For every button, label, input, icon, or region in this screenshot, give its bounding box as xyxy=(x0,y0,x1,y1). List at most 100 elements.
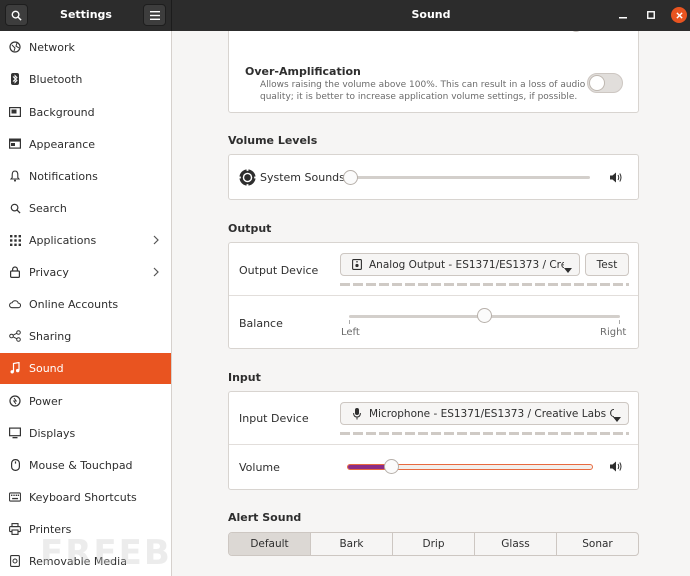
row-divider xyxy=(229,295,638,296)
sidebar-item-sound[interactable]: Sound xyxy=(0,353,171,384)
system-sounds-slider-track[interactable] xyxy=(349,176,590,179)
alert-sound-selector: Default Bark Drip Glass Sonar xyxy=(228,532,639,556)
sidebar-item-label: Mouse & Touchpad xyxy=(29,459,133,472)
grid-icon xyxy=(9,234,21,246)
output-device-dropdown[interactable]: Analog Output - ES1371/ES1373 / Crea... xyxy=(340,253,580,276)
output-heading: Output xyxy=(228,222,272,235)
over-amplification-description-line2: quality; it is better to increase applic… xyxy=(260,92,578,102)
audio-output-icon xyxy=(352,259,362,273)
sidebar-item-displays[interactable]: Displays xyxy=(0,418,171,449)
input-device-label: Input Device xyxy=(239,412,309,425)
over-amplification-switch[interactable] xyxy=(587,73,623,93)
sidebar-item-search[interactable]: Search xyxy=(0,193,171,224)
lock-icon xyxy=(9,266,21,278)
output-level-meter xyxy=(340,283,629,286)
scroll-remnant-knob xyxy=(570,31,582,32)
sidebar-item-notifications[interactable]: Notifications xyxy=(0,161,171,192)
header-bar: Settings Sound xyxy=(0,0,690,31)
gear-icon xyxy=(238,168,257,190)
sidebar: Network Bluetooth Background Appearance … xyxy=(0,31,172,576)
chevron-right-icon xyxy=(153,267,159,280)
sidebar-item-label: Displays xyxy=(29,427,76,440)
power-icon xyxy=(9,395,21,407)
sidebar-item-privacy[interactable]: Privacy xyxy=(0,257,171,288)
sidebar-item-online-accounts[interactable]: Online Accounts xyxy=(0,289,171,320)
volume-levels-heading: Volume Levels xyxy=(228,134,318,147)
cloud-icon xyxy=(9,298,21,310)
display-icon xyxy=(9,427,21,439)
media-icon xyxy=(9,555,21,567)
sidebar-item-appearance[interactable]: Appearance xyxy=(0,129,171,160)
sidebar-item-label: Power xyxy=(29,395,63,408)
keyboard-icon xyxy=(9,491,21,503)
sidebar-item-bluetooth[interactable]: Bluetooth xyxy=(0,64,171,95)
over-amplification-description-line1: Allows raising the volume above 100%. Th… xyxy=(260,80,586,90)
sidebar-item-label: Bluetooth xyxy=(29,73,83,86)
share-icon xyxy=(9,330,21,342)
close-button[interactable] xyxy=(671,7,687,23)
system-sounds-slider-knob[interactable] xyxy=(343,170,358,185)
sidebar-item-mouse-touchpad[interactable]: Mouse & Touchpad xyxy=(0,450,171,481)
balance-tick-left xyxy=(349,320,350,324)
alert-sound-default[interactable]: Default xyxy=(229,533,311,555)
sidebar-item-keyboard-shortcuts[interactable]: Keyboard Shortcuts xyxy=(0,482,171,513)
sidebar-item-label: Privacy xyxy=(29,266,69,279)
printer-icon xyxy=(9,523,21,535)
sidebar-item-sharing[interactable]: Sharing xyxy=(0,321,171,352)
sidebar-header: Settings xyxy=(0,0,172,31)
input-card: Input Device Microphone - ES1371/ES1373 … xyxy=(228,391,639,490)
input-device-value: Microphone - ES1371/ES1373 / Creative La… xyxy=(369,407,614,420)
over-amplification-title: Over-Amplification xyxy=(245,65,361,78)
network-icon xyxy=(9,41,21,53)
alert-sound-sonar[interactable]: Sonar xyxy=(557,533,638,555)
sidebar-item-label: Keyboard Shortcuts xyxy=(29,491,137,504)
chevron-right-icon xyxy=(153,235,159,248)
page-title: Sound xyxy=(411,8,451,21)
speaker-icon xyxy=(610,461,622,475)
sidebar-item-network[interactable]: Network xyxy=(0,32,171,63)
microphone-icon xyxy=(353,408,361,423)
sound-panel: Over-Amplification Allows raising the vo… xyxy=(172,31,690,576)
sidebar-item-label: Network xyxy=(29,41,75,54)
sidebar-item-power[interactable]: Power xyxy=(0,386,171,417)
chevron-down-icon xyxy=(564,263,572,276)
input-volume-label: Volume xyxy=(239,461,280,474)
minimize-button[interactable] xyxy=(615,7,631,23)
sidebar-item-label: Notifications xyxy=(29,170,98,183)
alert-sound-bark[interactable]: Bark xyxy=(311,533,393,555)
balance-right-label: Right xyxy=(600,327,627,338)
sidebar-item-applications[interactable]: Applications xyxy=(0,225,171,256)
output-device-label: Output Device xyxy=(239,264,319,277)
sidebar-item-label: Applications xyxy=(29,234,97,247)
test-button[interactable]: Test xyxy=(585,253,629,276)
row-divider xyxy=(229,444,638,445)
speaker-icon xyxy=(610,172,622,186)
output-card: Output Device Analog Output - ES1371/ES1… xyxy=(228,242,639,349)
input-volume-slider-knob[interactable] xyxy=(383,459,399,474)
mouse-icon xyxy=(9,459,21,471)
alert-sound-glass[interactable]: Glass xyxy=(475,533,557,555)
minimize-icon xyxy=(619,17,627,19)
maximize-button[interactable] xyxy=(643,7,659,23)
input-level-meter xyxy=(340,432,629,435)
volume-levels-card: System Sounds xyxy=(228,154,639,200)
alert-sound-drip[interactable]: Drip xyxy=(393,533,475,555)
alert-sound-heading: Alert Sound xyxy=(228,511,302,524)
menu-button[interactable] xyxy=(143,4,166,26)
appearance-icon xyxy=(9,138,21,150)
sidebar-item-label: Background xyxy=(29,106,95,119)
sidebar-item-label: Online Accounts xyxy=(29,298,119,311)
sidebar-item-label: Sound xyxy=(29,362,64,375)
bell-icon xyxy=(9,170,21,182)
input-heading: Input xyxy=(228,371,261,384)
balance-slider-knob[interactable] xyxy=(477,308,492,323)
close-icon xyxy=(675,11,683,19)
music-note-icon xyxy=(9,362,21,374)
input-device-dropdown[interactable]: Microphone - ES1371/ES1373 / Creative La… xyxy=(340,402,629,425)
bluetooth-icon xyxy=(9,73,21,85)
switch-knob xyxy=(589,75,605,91)
balance-tick-right xyxy=(619,320,620,324)
sidebar-item-label: Search xyxy=(29,202,67,215)
background-icon xyxy=(9,106,21,118)
sidebar-item-background[interactable]: Background xyxy=(0,97,171,128)
